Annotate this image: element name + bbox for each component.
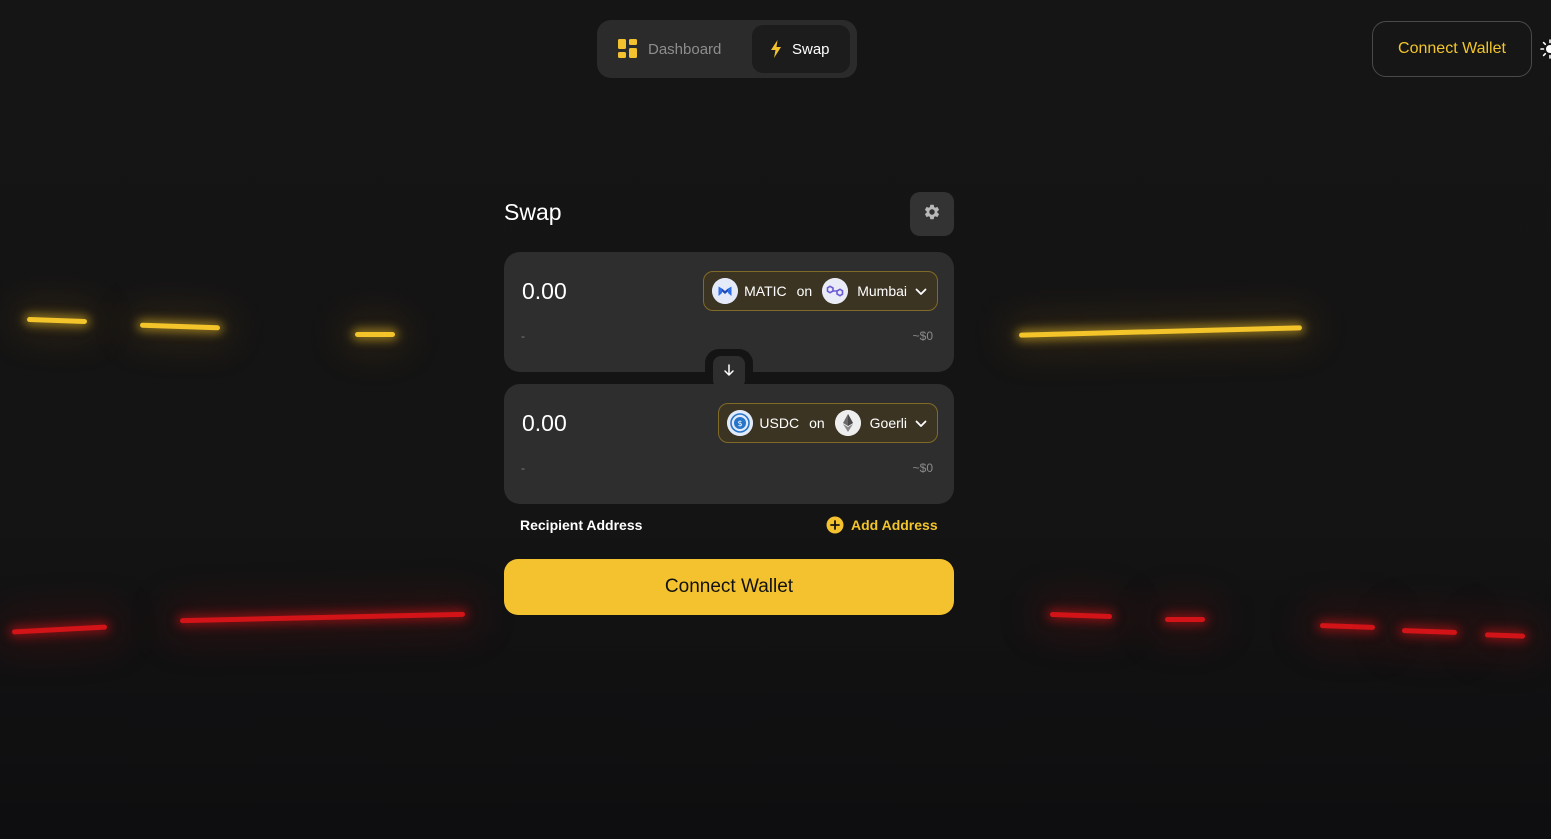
settings-button[interactable]: [910, 192, 954, 236]
background-light-streak: [1484, 632, 1526, 639]
usdc-token-icon: $: [727, 410, 754, 436]
tab-dashboard[interactable]: Dashboard: [602, 25, 744, 73]
polygon-chain-icon: [822, 278, 849, 304]
background-light-streak: [11, 624, 108, 635]
matic-token-icon: [712, 278, 739, 304]
connect-wallet-header-button[interactable]: Connect Wallet: [1372, 21, 1532, 77]
background-light-streak: [355, 332, 395, 337]
background-light-streak: [139, 322, 221, 331]
lightning-icon: [770, 40, 782, 58]
arrow-down-icon: [722, 363, 736, 382]
page: Dashboard Swap Connect Wallet Swap 0.00 …: [0, 0, 1551, 839]
add-address-label: Add Address: [851, 517, 938, 533]
to-chain-name: Goerli: [869, 415, 907, 431]
from-balance-text: -: [521, 329, 525, 343]
from-token-on-label: on: [796, 283, 813, 299]
to-token-symbol: USDC: [759, 415, 800, 431]
connect-wallet-button[interactable]: Connect Wallet: [504, 559, 954, 615]
sun-icon[interactable]: [1540, 39, 1551, 59]
background-light-streak: [1319, 623, 1376, 630]
swap-title: Swap: [504, 199, 562, 225]
background-light-streak: [1018, 325, 1303, 338]
from-token-symbol: MATIC: [744, 283, 787, 299]
background-light-streak: [26, 316, 88, 325]
dashboard-grid-icon: [618, 39, 638, 59]
main-nav: Dashboard Swap: [597, 20, 857, 78]
from-token-selector[interactable]: MATIC on Mumbai: [703, 271, 938, 311]
add-address-button[interactable]: Add Address: [826, 516, 938, 534]
background-light-streak: [1165, 617, 1205, 622]
to-usd-value: ~$0: [912, 461, 933, 475]
from-usd-value: ~$0: [912, 329, 933, 343]
tab-dashboard-label: Dashboard: [648, 40, 722, 58]
to-amount-input[interactable]: [522, 410, 682, 437]
to-token-selector[interactable]: $ USDC on Goerli: [718, 403, 938, 443]
gear-icon: [923, 203, 941, 226]
background-light-streak: [1401, 628, 1458, 635]
swap-to-panel: $ USDC on Goerli - ~$0: [504, 384, 954, 504]
chevron-down-icon: [915, 283, 927, 299]
from-chain-name: Mumbai: [857, 283, 907, 299]
from-amount-input[interactable]: [522, 278, 682, 305]
ethereum-chain-icon: [834, 410, 861, 436]
tab-swap-label: Swap: [792, 40, 830, 58]
recipient-address-label: Recipient Address: [520, 517, 643, 533]
background-light-streak: [179, 611, 466, 624]
to-balance-text: -: [521, 461, 525, 475]
plus-circle-icon: [826, 516, 844, 534]
to-token-on-label: on: [809, 415, 825, 431]
background-light-streak: [1049, 611, 1113, 620]
svg-text:$: $: [738, 419, 743, 428]
tab-swap[interactable]: Swap: [752, 25, 850, 73]
chevron-down-icon: [915, 415, 927, 431]
